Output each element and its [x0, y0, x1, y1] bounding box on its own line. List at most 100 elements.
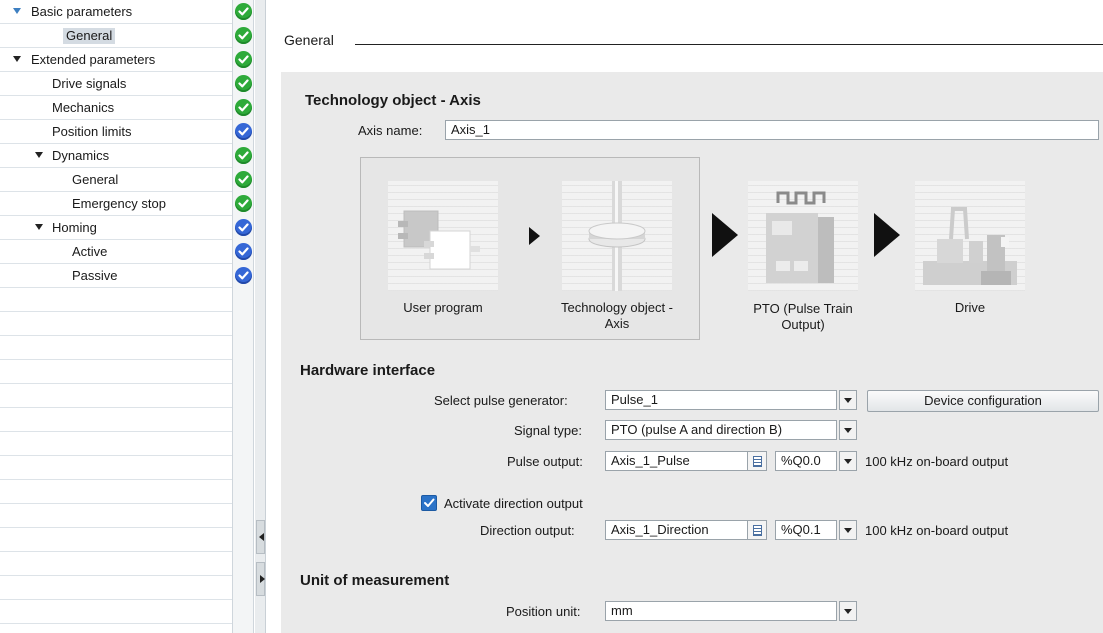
activate-direction-label[interactable]: Activate direction output: [444, 496, 583, 511]
signal-type-select[interactable]: PTO (pulse A and direction B): [605, 420, 837, 440]
settings-panel: Technology object - Axis Axis name: Axis…: [281, 72, 1103, 633]
tree-item-label: Extended parameters: [31, 52, 156, 67]
tree-item-label: General: [63, 28, 116, 44]
expand-arrow-icon[interactable]: [35, 152, 43, 158]
hardware-interface-heading: Hardware interface: [300, 362, 436, 379]
axis-name-input[interactable]: Axis_1: [445, 120, 1099, 140]
expand-right-handle[interactable]: [256, 562, 265, 596]
parameter-navigation-tree: Basic parameters General Extended parame…: [0, 0, 232, 633]
direction-output-address[interactable]: %Q0.1: [775, 520, 837, 540]
tree-empty-row: [0, 432, 232, 456]
tree-item-active[interactable]: Active: [0, 240, 232, 264]
pulse-output-input[interactable]: Axis_1_Pulse: [605, 451, 749, 471]
tree-item-extended-parameters[interactable]: Extended parameters: [0, 48, 232, 72]
position-unit-select[interactable]: mm: [605, 601, 837, 621]
splitter[interactable]: [255, 0, 266, 633]
tree-empty-row: [0, 528, 232, 552]
tree-empty-row: [0, 360, 232, 384]
tree-empty-row: [0, 504, 232, 528]
section-divider: [355, 44, 1103, 45]
tree-empty-row: [0, 456, 232, 480]
user-program-label: User program: [403, 300, 483, 315]
tree-item-label: Emergency stop: [72, 196, 166, 211]
direction-output-input[interactable]: Axis_1_Direction: [605, 520, 749, 540]
tag-list-icon[interactable]: [747, 451, 767, 471]
tree-item-label: Drive signals: [52, 76, 127, 91]
tree-item-label: Basic parameters: [31, 4, 133, 19]
direction-output-address-dropdown-button[interactable]: [839, 520, 857, 540]
check-ok-icon: [235, 147, 252, 164]
tree-empty-row: [0, 312, 232, 336]
expand-arrow-icon[interactable]: [13, 8, 21, 14]
tree-item-label: Mechanics: [52, 100, 115, 115]
expand-arrow-icon[interactable]: [13, 56, 21, 62]
check-ok-icon: [235, 195, 252, 212]
signal-type-label: Signal type:: [514, 423, 582, 438]
check-ok-icon: [235, 171, 252, 188]
tree-item-basic-parameters[interactable]: Basic parameters: [0, 0, 232, 24]
tree-empty-row: [0, 600, 232, 624]
tree-item-label: Dynamics: [52, 148, 110, 163]
tree-item-label: General: [72, 172, 119, 187]
tree-item-passive[interactable]: Passive: [0, 264, 232, 288]
check-ok-icon: [235, 3, 252, 20]
technology-object-label-line1: Technology object -: [560, 300, 673, 315]
tree-item-drive-signals[interactable]: Drive signals: [0, 72, 232, 96]
pto-output-icon: [748, 181, 858, 291]
position-unit-label: Position unit:: [506, 604, 581, 619]
tree-item-emergency-stop[interactable]: Emergency stop: [0, 192, 232, 216]
check-info-icon: [235, 267, 252, 284]
drive-label: Drive: [954, 300, 986, 315]
tree-item-label: Position limits: [52, 124, 132, 139]
content-area: General Technology object - Axis Axis na…: [267, 0, 1103, 633]
drive-icon: [915, 181, 1025, 291]
arrow-right-icon: [260, 575, 265, 583]
activate-direction-checkbox[interactable]: [421, 495, 437, 511]
tree-item-dynamics[interactable]: Dynamics: [0, 144, 232, 168]
check-info-icon: [235, 123, 252, 140]
section-title: General: [284, 32, 334, 48]
pulse-output-label: Pulse output:: [507, 454, 583, 469]
technology-object-icon: [562, 181, 672, 291]
collapse-left-handle[interactable]: [256, 520, 265, 554]
check-ok-icon: [235, 75, 252, 92]
pulse-generator-label: Select pulse generator:: [434, 393, 568, 408]
pulse-output-address[interactable]: %Q0.0: [775, 451, 837, 471]
arrow-right-icon: [712, 213, 738, 257]
tree-item-mechanics[interactable]: Mechanics: [0, 96, 232, 120]
pulse-generator-select[interactable]: Pulse_1: [605, 390, 837, 410]
tree-empty-row: [0, 288, 232, 312]
axis-name-label: Axis name:: [358, 123, 423, 138]
tree-empty-row: [0, 384, 232, 408]
signal-type-dropdown-button[interactable]: [839, 420, 857, 440]
position-unit-dropdown-button[interactable]: [839, 601, 857, 621]
tree-item-position-limits[interactable]: Position limits: [0, 120, 232, 144]
tree-empty-row: [0, 576, 232, 600]
pulse-output-note: 100 kHz on-board output: [865, 454, 1009, 469]
arrow-left-icon: [259, 533, 264, 541]
tree-empty-row: [0, 408, 232, 432]
tree-item-general[interactable]: General: [0, 24, 232, 48]
tree-item-label: Active: [72, 244, 108, 259]
arrow-right-icon: [874, 213, 900, 257]
expand-arrow-icon[interactable]: [35, 224, 43, 230]
check-ok-icon: [235, 27, 252, 44]
check-ok-icon: [235, 99, 252, 116]
unit-of-measurement-heading: Unit of measurement: [300, 572, 450, 589]
device-configuration-button[interactable]: Device configuration: [867, 390, 1099, 412]
tree-item-label: Homing: [52, 220, 97, 235]
tree-item-dynamics-general[interactable]: General: [0, 168, 232, 192]
tag-list-icon[interactable]: [747, 520, 767, 540]
pulse-generator-dropdown-button[interactable]: [839, 390, 857, 410]
tree-empty-row: [0, 552, 232, 576]
technology-object-label-line2: Axis: [604, 316, 630, 331]
check-ok-icon: [235, 51, 252, 68]
tree-empty-row: [0, 480, 232, 504]
check-info-icon: [235, 219, 252, 236]
tree-item-homing[interactable]: Homing: [0, 216, 232, 240]
tree-empty-row: [0, 336, 232, 360]
pulse-output-address-dropdown-button[interactable]: [839, 451, 857, 471]
arrow-right-icon: [529, 227, 540, 245]
tree-item-label: Passive: [72, 268, 118, 283]
check-info-icon: [235, 243, 252, 260]
